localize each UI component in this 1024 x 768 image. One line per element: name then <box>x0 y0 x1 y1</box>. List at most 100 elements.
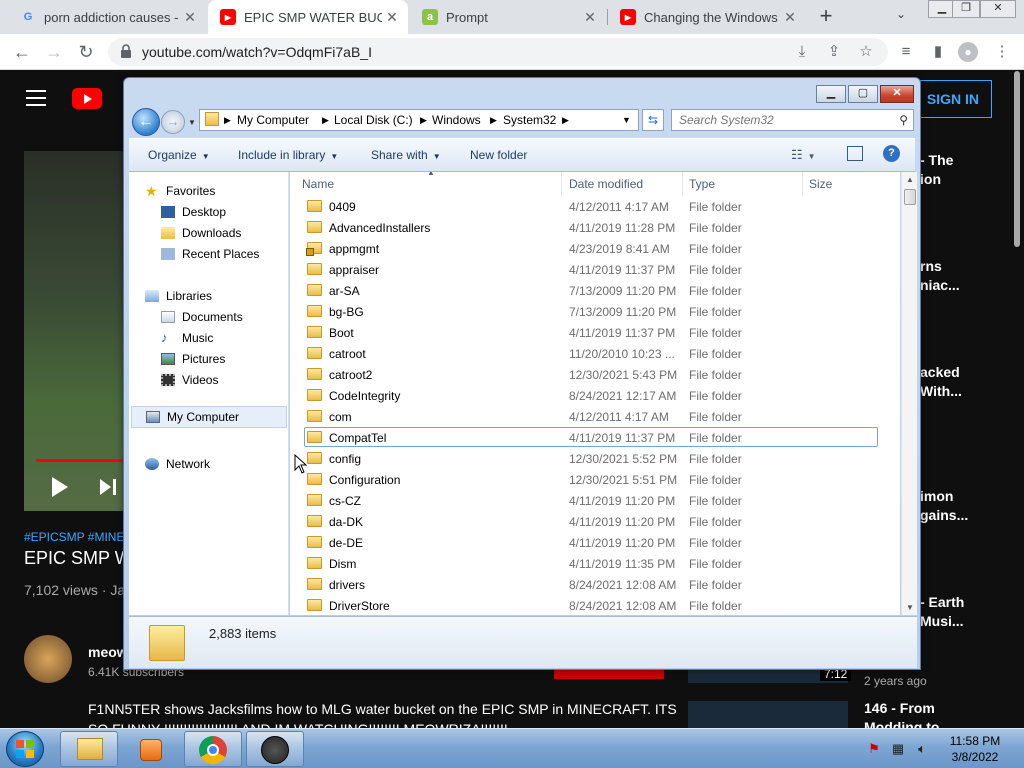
maximize-button[interactable]: ▢ <box>848 85 878 103</box>
table-row[interactable]: appraiser 4/11/2019 11:37 PM File folder <box>290 259 900 280</box>
close-icon[interactable]: ✕ <box>580 9 600 26</box>
table-row[interactable]: config 12/30/2021 5:52 PM File folder <box>290 448 900 469</box>
change-view-icon[interactable]: ☷ ▼ <box>791 147 816 163</box>
share-with-button[interactable]: Share with ▼ <box>371 148 441 162</box>
recent-pages-chevron-icon[interactable]: ▼ <box>188 118 196 127</box>
tab-prompt[interactable]: a Prompt ✕ <box>410 0 606 34</box>
column-header-size[interactable]: Size <box>809 177 832 191</box>
file-list[interactable]: Name ▲ Date modified Type Size 0409 4/12/… <box>290 172 900 615</box>
related-video-title[interactable]: rns niac... <box>920 257 1020 295</box>
explorer-taskbar-button[interactable] <box>60 731 118 767</box>
scroll-down-icon[interactable]: ▼ <box>906 603 914 612</box>
breadcrumb-windows[interactable]: Windows <box>432 113 481 127</box>
channel-avatar[interactable] <box>24 635 72 683</box>
back-arrow-icon[interactable]: ← <box>10 40 34 64</box>
tab-youtube-video[interactable]: ▶ EPIC SMP WATER BUCKET ✕ <box>208 0 408 34</box>
install-icon[interactable]: ⤓ <box>792 42 812 62</box>
scroll-up-icon[interactable]: ▲ <box>906 175 914 184</box>
close-icon[interactable]: ✕ <box>180 9 200 26</box>
nav-my-computer[interactable]: My Computer <box>131 406 287 428</box>
table-row[interactable]: AdvancedInstallers 4/11/2019 11:28 PM File… <box>290 217 900 238</box>
breadcrumb-separator-icon[interactable]: ▶ <box>224 115 231 126</box>
column-header-name[interactable]: Name <box>302 177 334 191</box>
channel-name[interactable]: meow <box>88 644 128 660</box>
related-video-title[interactable]: imon gains... <box>920 487 1020 525</box>
table-row[interactable]: catroot 11/20/2010 10:23 ... File folder <box>290 343 900 364</box>
table-row[interactable]: cs-CZ 4/11/2019 11:20 PM File folder <box>290 490 900 511</box>
system-clock[interactable]: 11:58 PM 3/8/2022 <box>930 733 1020 765</box>
volume-icon[interactable]: 🔈︎ <box>914 741 930 757</box>
explorer-window[interactable]: ▁ ▢ ✕ ← → ▼ ▶ My Computer ▶ Local Disk (… <box>123 77 921 670</box>
column-header-date-modified[interactable]: Date modified <box>569 177 643 191</box>
breadcrumb-my-computer[interactable]: My Computer <box>237 113 309 127</box>
table-row[interactable]: Boot 4/11/2019 11:37 PM File folder <box>290 322 900 343</box>
table-row[interactable]: appmgmt 4/23/2019 8:41 AM File folder <box>290 238 900 259</box>
table-row[interactable]: com 4/12/2011 4:17 AM File folder <box>290 406 900 427</box>
page-scrollbar[interactable] <box>1014 71 1020 247</box>
reload-icon[interactable]: ↻ <box>74 40 98 64</box>
table-row[interactable]: CodeIntegrity 8/24/2021 12:17 AM File fold… <box>290 385 900 406</box>
nav-pictures[interactable]: Pictures <box>161 352 225 366</box>
table-row[interactable]: Configuration 12/30/2021 5:51 PM File fold… <box>290 469 900 490</box>
back-arrow-icon[interactable]: ← <box>132 108 160 136</box>
new-folder-button[interactable]: New folder <box>470 148 527 162</box>
address-bar[interactable]: youtube.com/watch?v=OdqmFi7aB_I <box>108 38 888 66</box>
column-divider[interactable] <box>561 172 562 196</box>
nav-network[interactable]: Network <box>145 457 210 471</box>
side-panel-icon[interactable]: ▮ <box>928 42 948 62</box>
vertical-scrollbar[interactable]: ▲ ▼ <box>901 172 917 615</box>
explorer-address-bar[interactable]: ▶ My Computer ▶ Local Disk (C:) ▶ Window… <box>199 109 639 131</box>
scrollbar-thumb[interactable] <box>904 189 916 205</box>
refresh-icon[interactable]: ⇆ <box>642 109 664 131</box>
table-row[interactable]: catroot2 12/30/2021 5:43 PM File folder <box>290 364 900 385</box>
nav-music[interactable]: ♪ Music <box>161 331 213 345</box>
table-row[interactable]: bg-BG 7/13/2009 11:20 PM File folder <box>290 301 900 322</box>
next-video-icon[interactable] <box>99 477 117 497</box>
related-video-title[interactable]: - Earth Musi... <box>920 593 1020 631</box>
include-in-library-button[interactable]: Include in library ▼ <box>238 148 338 162</box>
play-icon[interactable] <box>52 477 68 497</box>
table-row[interactable]: ar-SA 7/13/2009 11:20 PM File folder <box>290 280 900 301</box>
security-alert-icon[interactable]: ⚑ <box>866 741 882 757</box>
obs-taskbar-button[interactable] <box>246 731 304 767</box>
search-input[interactable] <box>672 110 887 130</box>
bookmark-star-icon[interactable]: ☆ <box>856 42 876 62</box>
video-thumbnail[interactable] <box>688 701 848 731</box>
start-button[interactable] <box>6 731 44 767</box>
video-player[interactable] <box>24 151 124 511</box>
close-button[interactable]: ✕ <box>880 85 914 103</box>
sign-in-button[interactable]: SIGN IN <box>913 80 992 118</box>
restore-button[interactable]: ❐ <box>952 0 980 18</box>
share-icon[interactable]: ⇪ <box>824 42 844 62</box>
close-icon[interactable]: ✕ <box>780 9 800 26</box>
network-status-icon[interactable]: ▦ <box>890 741 906 757</box>
nav-videos[interactable]: Videos <box>161 373 218 387</box>
table-row[interactable]: CompatTel 4/11/2019 11:37 PM File folder <box>290 427 900 448</box>
hamburger-menu-icon[interactable] <box>26 90 46 106</box>
breadcrumb-separator-icon[interactable]: ▶ <box>420 115 427 126</box>
new-tab-button[interactable]: + <box>815 5 837 28</box>
related-video-title[interactable]: - The ion <box>920 151 1020 189</box>
media-queue-icon[interactable]: ≡ <box>896 42 916 62</box>
nav-libraries[interactable]: Libraries <box>145 289 212 303</box>
help-icon[interactable]: ? <box>883 145 900 162</box>
forward-arrow-icon[interactable]: → <box>161 110 185 134</box>
youtube-logo-icon[interactable] <box>72 88 102 109</box>
nav-recent-places[interactable]: Recent Places <box>161 247 259 261</box>
table-row[interactable]: Dism 4/11/2019 11:35 PM File folder <box>290 553 900 574</box>
minimize-button[interactable]: ▁ <box>816 85 846 103</box>
nav-favorites[interactable]: ★ Favorites <box>145 184 215 198</box>
nav-documents[interactable]: Documents <box>161 310 243 324</box>
breadcrumb-local-disk[interactable]: Local Disk (C:) <box>334 113 413 127</box>
address-dropdown-icon[interactable]: ▼ <box>622 115 631 125</box>
breadcrumb-separator-icon[interactable]: ▶ <box>322 115 329 126</box>
search-icon[interactable]: ⚲ <box>899 113 908 127</box>
video-hashtags[interactable]: #EPICSMP #MINE <box>24 530 124 544</box>
forward-arrow-icon[interactable]: → <box>42 40 66 64</box>
video-progress-bar[interactable] <box>36 459 124 462</box>
media-player-taskbar-button[interactable] <box>122 731 180 767</box>
table-row[interactable]: DriverStore 8/24/2021 12:08 AM File folder <box>290 595 900 615</box>
profile-avatar-icon[interactable]: ● <box>958 42 978 62</box>
close-icon[interactable]: ✕ <box>382 9 402 26</box>
tab-search-chevron-icon[interactable]: ⌄ <box>896 7 906 21</box>
